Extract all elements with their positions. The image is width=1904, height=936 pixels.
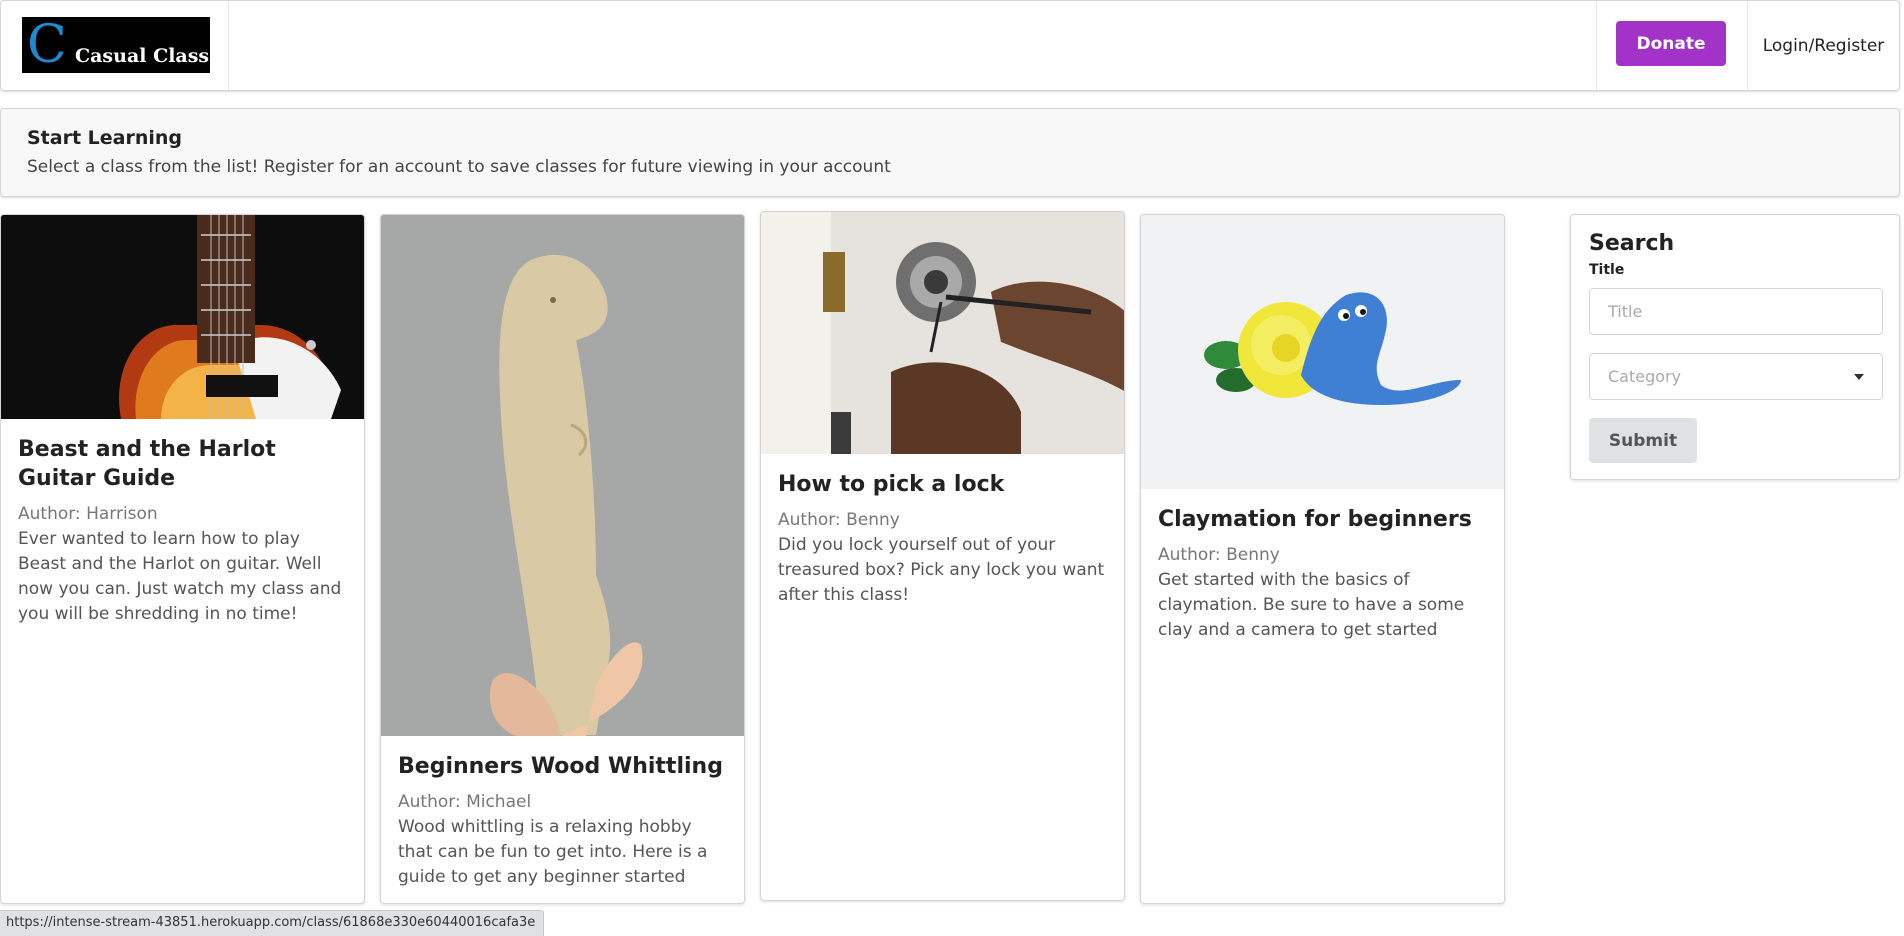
dropdown-caret-icon	[1854, 374, 1864, 380]
logo-link[interactable]: C Casual Class	[1, 1, 229, 90]
class-title[interactable]: Beast and the Harlot Guitar Guide	[18, 435, 347, 493]
class-author: Author: Harrison	[18, 504, 158, 524]
site-logo: C Casual Class	[22, 17, 210, 73]
guitar-image	[1, 215, 364, 419]
class-description: Ever wanted to learn how to play Beast a…	[18, 529, 342, 624]
class-card[interactable]: Beginners Wood Whittling Author: Michael…	[380, 214, 745, 904]
donate-menu-item: Donate	[1596, 1, 1747, 90]
login-register-link[interactable]: Login/Register	[1747, 1, 1899, 90]
logo-letter: C	[27, 15, 67, 75]
search-panel: Search Title Category Submit	[1570, 214, 1900, 480]
class-card-content: Beginners Wood Whittling Author: Michael…	[381, 736, 744, 903]
class-card[interactable]: Claymation for beginners Author: Benny G…	[1140, 214, 1505, 904]
class-description: Wood whittling is a relaxing hobby that …	[398, 817, 708, 887]
page: C Casual Class Donate Login/Register Sta…	[0, 0, 1904, 936]
class-description: Did you lock yourself out of your treasu…	[778, 535, 1105, 605]
start-learning-message: Start Learning Select a class from the l…	[0, 108, 1900, 197]
class-title[interactable]: Claymation for beginners	[1158, 505, 1487, 534]
class-image-lock[interactable]	[761, 212, 1124, 454]
search-heading: Search	[1589, 231, 1675, 256]
class-description: Get started with the basics of claymatio…	[1158, 570, 1465, 640]
class-card[interactable]: Beast and the Harlot Guitar Guide Author…	[0, 214, 365, 904]
message-header: Start Learning	[27, 127, 183, 149]
class-image-wood[interactable]	[381, 215, 744, 736]
class-image-guitar[interactable]	[1, 215, 364, 419]
submit-button[interactable]: Submit	[1589, 418, 1697, 463]
class-image-clay[interactable]	[1141, 215, 1504, 489]
class-title[interactable]: Beginners Wood Whittling	[398, 752, 727, 781]
class-author: Author: Benny	[778, 510, 900, 530]
category-placeholder: Category	[1608, 367, 1682, 386]
claymation-image	[1141, 215, 1504, 489]
donate-button[interactable]: Donate	[1616, 21, 1726, 66]
class-card-content: Claymation for beginners Author: Benny G…	[1141, 489, 1504, 659]
browser-status-bar: https://intense-stream-43851.herokuapp.c…	[0, 910, 545, 936]
title-field-label: Title	[1589, 262, 1625, 278]
class-author: Author: Michael	[398, 792, 532, 812]
class-card[interactable]: How to pick a lock Author: Benny Did you…	[760, 211, 1125, 901]
message-body: Select a class from the list! Register f…	[27, 157, 891, 177]
logo-text: Casual Class	[75, 45, 210, 67]
title-search-input[interactable]	[1589, 288, 1883, 335]
class-card-content: How to pick a lock Author: Benny Did you…	[761, 454, 1124, 624]
wood-carving-image	[381, 215, 744, 736]
category-dropdown[interactable]: Category	[1589, 353, 1883, 400]
class-title[interactable]: How to pick a lock	[778, 470, 1107, 499]
lock-picking-image	[761, 212, 1124, 454]
class-author: Author: Benny	[1158, 545, 1280, 565]
class-card-content: Beast and the Harlot Guitar Guide Author…	[1, 419, 364, 643]
top-navbar: C Casual Class Donate Login/Register	[0, 0, 1900, 91]
